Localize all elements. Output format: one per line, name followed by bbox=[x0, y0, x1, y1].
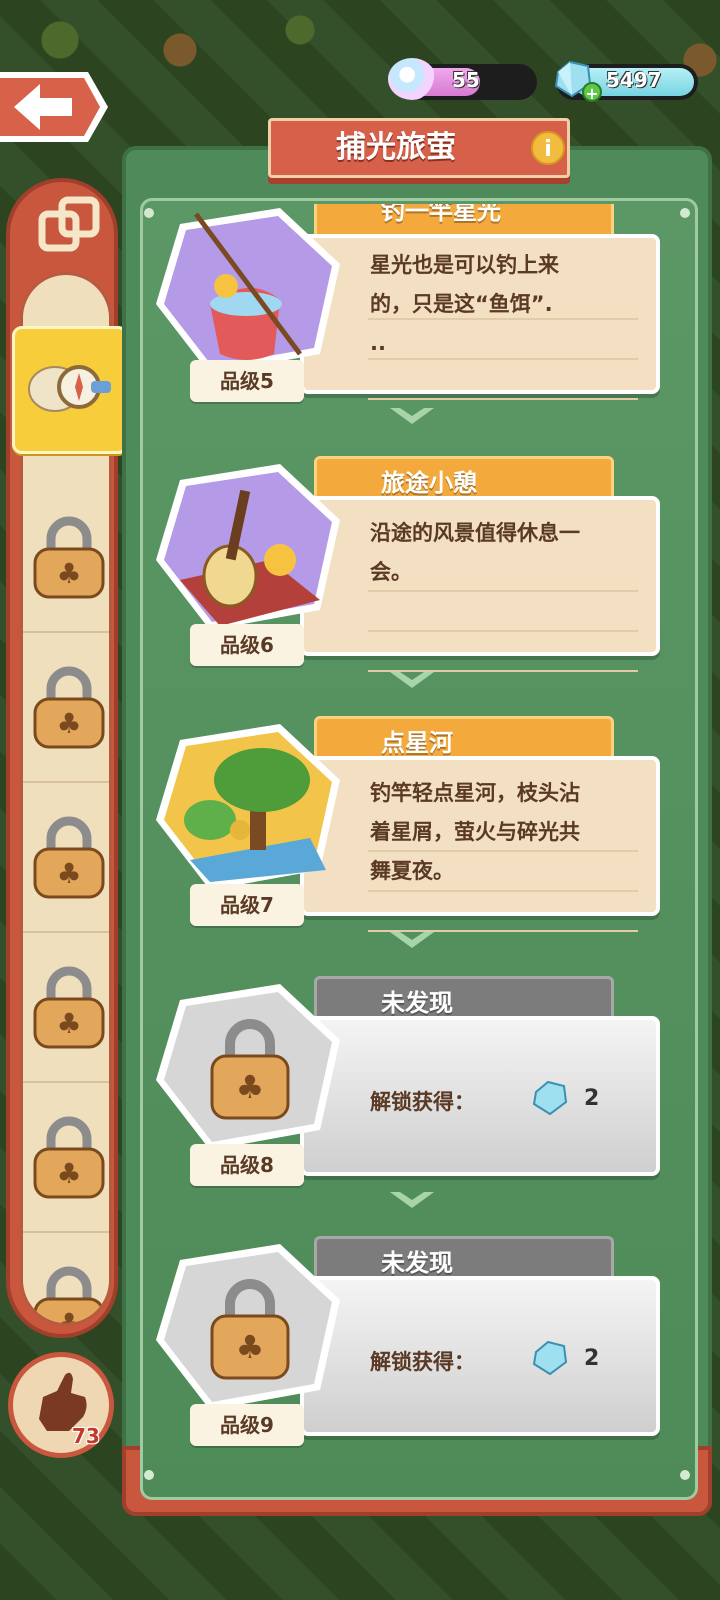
rainbow-cloud-icon bbox=[388, 58, 436, 100]
corner-dot bbox=[144, 1470, 154, 1480]
chevron-down-icon bbox=[390, 1192, 434, 1208]
entry-description-card: 星光也是可以钓上来 的，只是这“鱼饵”. .. bbox=[300, 234, 660, 400]
hand-count: 73 bbox=[72, 1424, 100, 1448]
entry-name: 未发现 bbox=[381, 989, 453, 1017]
sidebar-slot-locked[interactable]: ♣ bbox=[23, 633, 109, 783]
lock-icon: ♣ bbox=[33, 666, 105, 749]
page-title: 捕光旅萤 bbox=[336, 130, 456, 165]
lock-icon: ♣ bbox=[156, 1244, 340, 1410]
unlock-count: 2 bbox=[584, 1346, 600, 1371]
fishing-bucket-icon bbox=[156, 208, 340, 374]
desc-line: 着星屑，萤火与碎光共 bbox=[370, 820, 580, 844]
grade-tag: 品级8 bbox=[190, 1144, 304, 1186]
desc-line: .. bbox=[370, 331, 386, 355]
grade-tag: 品级6 bbox=[190, 624, 304, 666]
back-button[interactable] bbox=[0, 68, 112, 146]
grade-tag: 品级7 bbox=[190, 884, 304, 926]
svg-text:♣: ♣ bbox=[56, 707, 81, 740]
sidebar-slot-locked[interactable]: ♣ bbox=[23, 1083, 109, 1233]
tree-river-icon bbox=[156, 724, 340, 890]
desc-line: 会。 bbox=[370, 560, 412, 584]
rainbow-count: 55 bbox=[452, 68, 480, 92]
svg-text:♣: ♣ bbox=[56, 557, 81, 590]
desc-line: 沿途的风景值得休息一 bbox=[370, 521, 580, 545]
rainbow-currency[interactable]: 55 bbox=[388, 58, 537, 100]
add-gems-icon[interactable]: + bbox=[582, 82, 602, 103]
chevron-down-icon bbox=[390, 408, 434, 424]
grade-tag: 品级9 bbox=[190, 1404, 304, 1446]
chevron-down-icon bbox=[390, 932, 434, 948]
desc-line: 的，只是这“鱼饵”. bbox=[370, 292, 553, 316]
desc-line: 舞夏夜。 bbox=[370, 859, 454, 883]
sidebar-slot-selected[interactable] bbox=[12, 326, 128, 454]
unlock-label: 解锁获得： bbox=[370, 1350, 475, 1374]
entry-card[interactable]: 点星河 钓竿轻点星河，枝头沾 着星屑，萤火与碎光共 舞夏夜。 品级7 bbox=[150, 716, 680, 946]
lock-icon: ♣ bbox=[33, 1116, 105, 1199]
desc-line: 星光也是可以钓上来 bbox=[370, 253, 559, 277]
sidebar-slot-top bbox=[23, 275, 109, 333]
sidebar-slot-locked[interactable]: ♣ bbox=[23, 933, 109, 1083]
entry-description-card: 沿途的风景值得休息一 会。 bbox=[300, 496, 660, 672]
entry-unlock-card: 解锁获得： 2 bbox=[300, 1016, 660, 1176]
entry-card-locked[interactable]: 未发现 解锁获得： 2 ♣ 品级9 bbox=[150, 1236, 680, 1466]
svg-text:♣: ♣ bbox=[56, 1157, 81, 1190]
compass-icon bbox=[28, 365, 111, 412]
lock-icon: ♣ bbox=[33, 966, 105, 1049]
svg-text:♣: ♣ bbox=[56, 1007, 81, 1040]
gem-currency[interactable]: + 5497 bbox=[554, 60, 698, 103]
entry-description-card: 钓竿轻点星河，枝头沾 着星屑，萤火与碎光共 舞夏夜。 bbox=[300, 756, 660, 932]
title-banner: 捕光旅萤 i bbox=[268, 118, 570, 178]
svg-text:♣: ♣ bbox=[236, 1328, 265, 1366]
grade-tag: 品级5 bbox=[190, 360, 304, 402]
collection-switch-icon[interactable] bbox=[38, 194, 102, 258]
entry-description: 钓竿轻点星河，枝头沾 着星屑，萤火与碎光共 舞夏夜。 bbox=[370, 774, 650, 891]
sidebar-slot-locked[interactable]: ♣ bbox=[23, 483, 109, 633]
unlock-label: 解锁获得： bbox=[370, 1090, 475, 1114]
lock-icon: ♣ bbox=[33, 516, 105, 599]
unlock-count: 2 bbox=[584, 1086, 600, 1111]
svg-text:♣: ♣ bbox=[56, 1307, 81, 1326]
gem-icon bbox=[532, 1340, 568, 1376]
entry-name: 点星河 bbox=[381, 729, 453, 757]
entry-name: 未发现 bbox=[381, 1249, 453, 1277]
corner-dot bbox=[680, 1470, 690, 1480]
lock-icon: ♣ bbox=[33, 1266, 105, 1326]
entry-card[interactable]: 旅途小憩 沿途的风景值得休息一 会。 品级6 bbox=[150, 456, 680, 686]
entry-description: 星光也是可以钓上来 的，只是这“鱼饵”. .. bbox=[370, 246, 650, 363]
entry-name: 钓一竿星光 bbox=[381, 204, 501, 225]
corner-dot bbox=[680, 208, 690, 218]
entry-name: 旅途小憩 bbox=[381, 469, 477, 497]
entry-card-locked[interactable]: 未发现 解锁获得： 2 ♣ 品级8 bbox=[150, 976, 680, 1206]
chevron-down-icon bbox=[390, 672, 434, 688]
svg-text:♣: ♣ bbox=[236, 1068, 265, 1106]
entry-description: 沿途的风景值得休息一 会。 bbox=[370, 514, 650, 592]
lock-icon: ♣ bbox=[33, 816, 105, 899]
gem-icon bbox=[532, 1080, 568, 1116]
sidebar-slot-locked[interactable]: ♣ bbox=[23, 783, 109, 933]
guitar-picnic-icon bbox=[156, 464, 340, 630]
desc-line: 钓竿轻点星河，枝头沾 bbox=[370, 781, 580, 805]
lock-icon: ♣ bbox=[156, 984, 340, 1150]
entry-card[interactable]: 钓一竿星光 星光也是可以钓上来 的，只是这“鱼饵”. .. 品级5 bbox=[150, 204, 680, 404]
svg-text:♣: ♣ bbox=[56, 857, 81, 890]
info-icon[interactable]: i bbox=[531, 131, 565, 165]
sidebar-slot-locked[interactable]: ♣ bbox=[23, 1233, 109, 1326]
gem-count: 5497 bbox=[606, 68, 662, 92]
entry-unlock-card: 解锁获得： 2 bbox=[300, 1276, 660, 1436]
